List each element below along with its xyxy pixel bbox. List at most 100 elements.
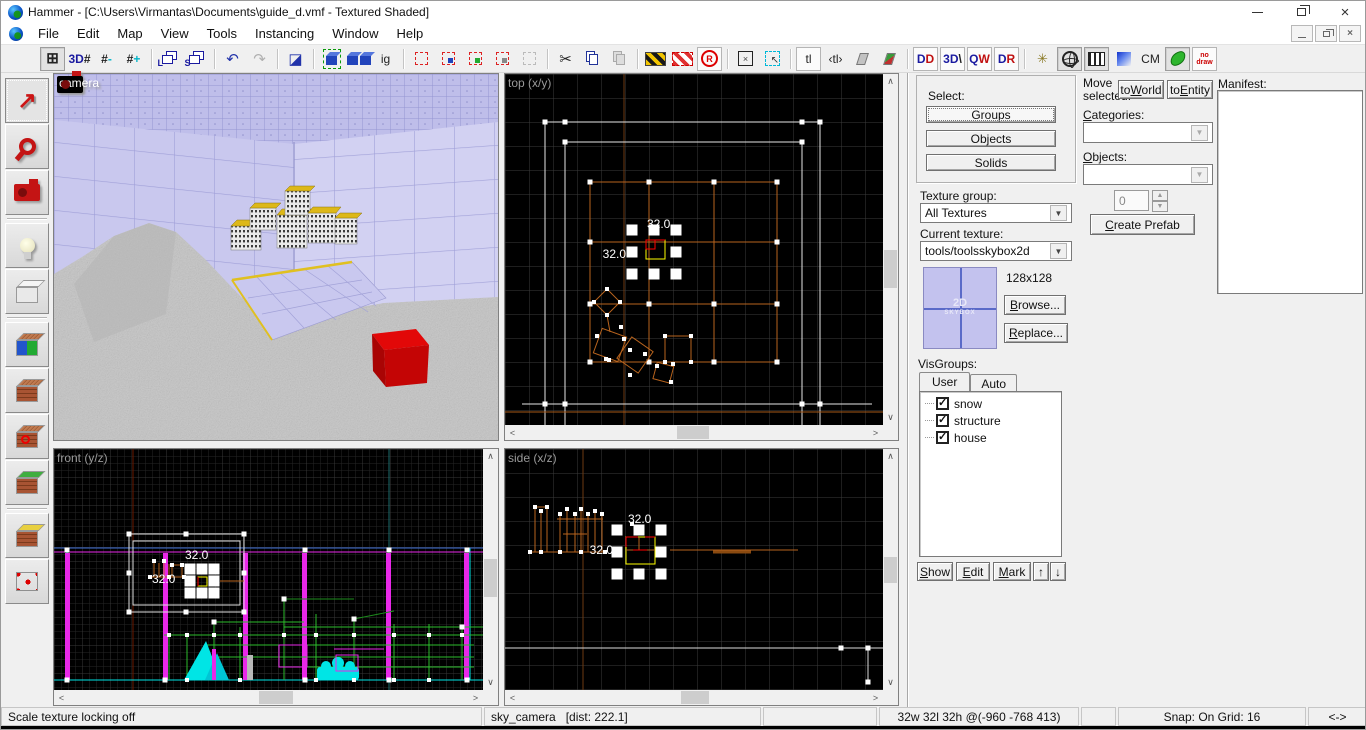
mdi-minimize-button[interactable]	[1291, 25, 1313, 42]
scroll-left-icon[interactable]: <	[505, 425, 520, 440]
vertical-scrollbar[interactable]: ∧ ∨	[883, 449, 898, 690]
paste-button[interactable]	[607, 47, 632, 71]
vertex-tool-button[interactable]	[5, 559, 49, 604]
select-groups-button[interactable]: Groups	[926, 106, 1056, 123]
block-tool-button[interactable]	[5, 269, 49, 314]
toggle-entity-select-button[interactable]	[490, 47, 515, 71]
visgroup-show-button[interactable]: Show	[917, 562, 953, 581]
undo-button[interactable]: ↶	[220, 47, 245, 71]
prefab-count-spinner[interactable]: ▲ ▼	[1152, 190, 1168, 212]
panel-splitter[interactable]	[907, 73, 909, 707]
scroll-thumb[interactable]	[681, 691, 709, 704]
toggle-3d-sky-button[interactable]	[1057, 46, 1082, 71]
group-button[interactable]	[319, 47, 344, 71]
auto-select-button[interactable]: ↖	[760, 47, 785, 71]
scroll-thumb[interactable]	[884, 250, 897, 288]
camera-3d-canvas[interactable]	[54, 74, 500, 466]
copy-button[interactable]	[580, 47, 605, 71]
viewport-side[interactable]: side (x/z) 32.0 32.0 ∧ ∨ < >	[504, 448, 899, 706]
dropdown-arrow-icon[interactable]: ▼	[1191, 166, 1208, 183]
scroll-right-icon[interactable]: >	[868, 425, 883, 440]
selected-red-cube[interactable]	[372, 329, 429, 387]
toggle-qw-button[interactable]: QW	[967, 46, 992, 71]
categories-dropdown[interactable]: ▼	[1083, 122, 1213, 143]
texture-application-tool-button[interactable]	[5, 322, 49, 367]
menu-view[interactable]: View	[152, 24, 198, 43]
visgroup-item-snow[interactable]: ✓ snow	[920, 395, 1061, 412]
vertical-scrollbar[interactable]: ∧ ∨	[483, 449, 498, 690]
dropdown-arrow-icon[interactable]: ▼	[1191, 124, 1208, 141]
scroll-left-icon[interactable]: <	[505, 690, 520, 705]
dropdown-arrow-icon[interactable]: ▼	[1050, 205, 1067, 221]
load-window-state-button[interactable]: L	[157, 47, 182, 71]
top-2d-canvas[interactable]: 32.0 32.0	[505, 74, 883, 425]
radius-culling-button[interactable]: R	[697, 46, 722, 71]
clipping-tool-button[interactable]	[5, 513, 49, 558]
replace-button[interactable]: Replace...	[1004, 323, 1068, 343]
nodraw-toggle-button[interactable]: no draw	[1192, 46, 1217, 71]
select-solids-button[interactable]: Solids	[926, 154, 1056, 171]
visgroup-mark-button[interactable]: Mark	[993, 562, 1031, 581]
flip-gray-button[interactable]	[850, 47, 875, 71]
menu-window[interactable]: Window	[323, 24, 387, 43]
apply-decal-tool-button[interactable]	[5, 414, 49, 459]
cm-toggle-button[interactable]: CM	[1138, 47, 1163, 71]
mdi-restore-button[interactable]	[1315, 25, 1337, 42]
texture-lock-button[interactable]: tl	[796, 46, 821, 71]
viewport-3d-camera[interactable]: camera	[53, 71, 500, 466]
toggle-dd-button[interactable]: DD	[913, 46, 938, 71]
magnify-tool-button[interactable]	[5, 124, 49, 169]
ungroup-button[interactable]	[346, 47, 371, 71]
scroll-thumb[interactable]	[677, 426, 709, 439]
checkbox-checked[interactable]: ✓	[936, 397, 949, 410]
tab-user[interactable]: User	[919, 372, 971, 393]
entity-report-button[interactable]: ✳	[1030, 47, 1055, 71]
current-texture-dropdown[interactable]: tools/toolsskybox2d ▼	[920, 241, 1072, 261]
spin-up-icon[interactable]: ▲	[1152, 190, 1168, 201]
menu-map[interactable]: Map	[108, 24, 151, 43]
entity-tool-button[interactable]	[5, 223, 49, 268]
selection-marquee-button[interactable]: ×	[733, 47, 758, 71]
flip-colored-button[interactable]	[877, 47, 902, 71]
redo-button[interactable]: ↷	[247, 47, 272, 71]
foliage-toggle-button[interactable]	[1165, 46, 1190, 71]
apply-texture-tool-button[interactable]	[5, 368, 49, 413]
ignore-groups-button[interactable]: ig	[373, 47, 398, 71]
create-prefab-button[interactable]: Create Prefab	[1090, 214, 1195, 235]
texture-scale-lock-button[interactable]: ‹tl›	[823, 47, 848, 71]
edit-cordon-button[interactable]	[670, 47, 695, 71]
to-entity-button[interactable]: toEntity	[1167, 80, 1213, 99]
prefab-count-field[interactable]: 0	[1114, 190, 1149, 211]
fade-preview-button[interactable]	[1111, 47, 1136, 71]
vertical-scrollbar[interactable]: ∧ ∨	[883, 74, 898, 425]
checkbox-checked[interactable]: ✓	[936, 431, 949, 444]
scroll-right-icon[interactable]: >	[868, 690, 883, 705]
toggle-dr-button[interactable]: DR	[994, 46, 1019, 71]
visgroup-item-house[interactable]: ✓ house	[920, 429, 1061, 446]
browse-button[interactable]: Browse...	[1004, 295, 1066, 315]
scroll-up-icon[interactable]: ∧	[883, 74, 898, 89]
visgroup-item-structure[interactable]: ✓ structure	[920, 412, 1061, 429]
menu-instancing[interactable]: Instancing	[246, 24, 323, 43]
to-world-button[interactable]: toWorld	[1118, 80, 1164, 99]
menu-tools[interactable]: Tools	[198, 24, 246, 43]
viewport-top[interactable]: top (x/y) 32.0 32.0 ∧ ∨ < >	[504, 73, 899, 441]
side-2d-canvas[interactable]: 32.0 32.0	[505, 449, 883, 690]
manifest-list[interactable]	[1217, 90, 1363, 294]
menu-file[interactable]: File	[29, 24, 68, 43]
visgroup-move-down-button[interactable]: ↓	[1050, 562, 1066, 581]
document-icon[interactable]	[9, 26, 23, 41]
horizontal-scrollbar[interactable]: < >	[505, 690, 883, 705]
viewport-front[interactable]: front (y/z) 32.0 32.0 ∧ ∨ < >	[53, 448, 499, 706]
toggle-3d-grid-button[interactable]: 3D#	[67, 47, 92, 71]
minimize-button[interactable]	[1235, 1, 1279, 23]
smaller-grid-button[interactable]: #-	[94, 47, 119, 71]
selection-tool-button[interactable]: ↗	[5, 78, 49, 123]
mdi-close-button[interactable]: ×	[1339, 25, 1361, 42]
toggle-object-select-button[interactable]	[436, 47, 461, 71]
menu-edit[interactable]: Edit	[68, 24, 108, 43]
scroll-up-icon[interactable]: ∧	[483, 449, 498, 464]
scroll-thumb[interactable]	[259, 691, 293, 704]
close-button[interactable]: ×	[1323, 1, 1365, 23]
front-2d-canvas[interactable]: 32.0 32.0	[54, 449, 483, 690]
